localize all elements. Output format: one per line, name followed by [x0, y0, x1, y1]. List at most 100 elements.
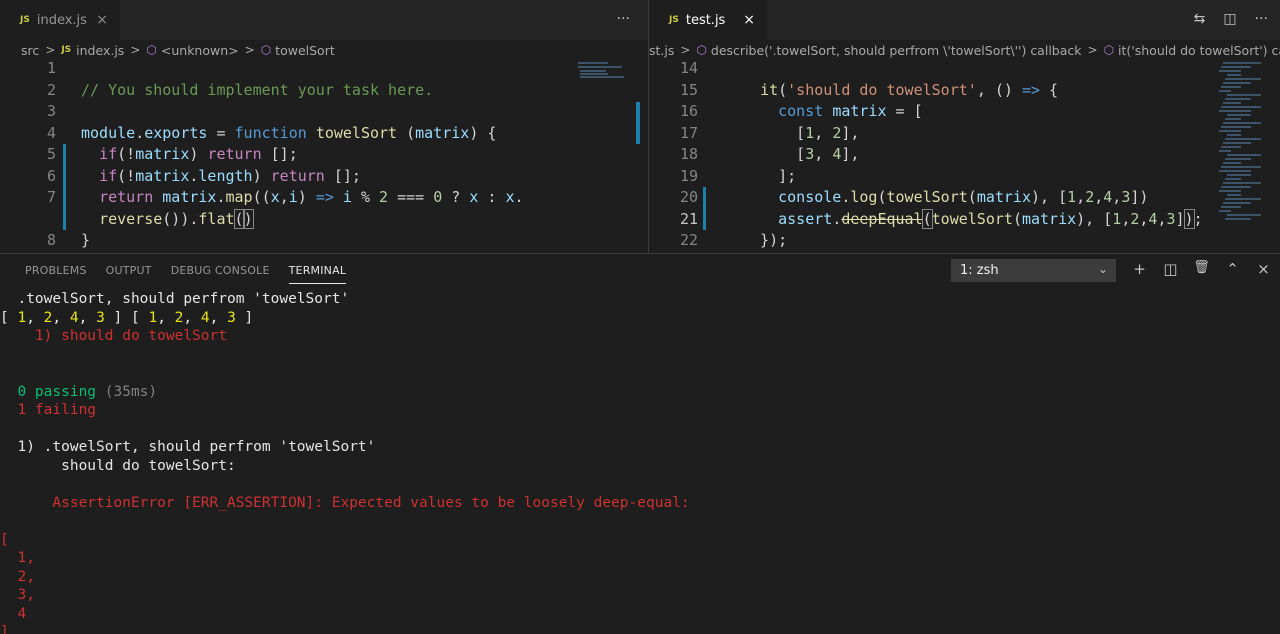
code-line[interactable]: 6 if(!matrix.length) return []; — [0, 165, 648, 187]
minimap-line — [1227, 94, 1261, 96]
code-text: module.exports = function towelSort (mat… — [81, 123, 496, 145]
line-number: 21 — [679, 209, 698, 228]
terminal-text: 1) .towelSort, should perfrom 'towelSort… — [0, 439, 376, 455]
code-line[interactable]: 19 ]; — [649, 166, 1280, 188]
minimap-line — [1223, 122, 1261, 124]
terminal-line: ] — [0, 623, 9, 634]
minimap-line — [1219, 130, 1241, 132]
code-line[interactable]: 17 [1, 2], — [649, 123, 1280, 145]
breadcrumb-it[interactable]: it('should do towelSort') callback — [1118, 43, 1280, 58]
close-icon[interactable]: × — [743, 12, 755, 28]
code-line[interactable]: reverse()).flat() — [0, 208, 648, 230]
chevron-right-icon: > — [680, 43, 691, 57]
code-line[interactable]: 2 // You should implement your task here. — [0, 80, 648, 102]
breadcrumb: st.js > ⬡ describe('.towelSort, should p… — [649, 40, 1280, 60]
new-terminal-icon[interactable]: + — [1131, 260, 1148, 278]
code-editor[interactable]: 14 15 it('should do towelSort', () => {16… — [649, 58, 1280, 253]
code-token: deepEqual — [841, 209, 923, 228]
modified-line-marker[interactable] — [63, 187, 66, 209]
split-terminal-icon[interactable]: ◫ — [1162, 260, 1179, 278]
code-line[interactable]: 21 assert.deepEqual(towelSort(matrix), [… — [649, 208, 1280, 230]
modified-line-marker[interactable] — [63, 144, 66, 166]
tab-test-js[interactable]: JS test.js × — [649, 0, 767, 40]
code-token: module — [81, 123, 136, 142]
modified-line-marker[interactable] — [703, 187, 706, 209]
code-token: ]; — [742, 166, 797, 185]
code-text: console.log(towelSort(matrix), [1,2,4,3]… — [742, 187, 1148, 209]
code-line[interactable]: 18 [3, 4], — [649, 144, 1280, 166]
code-line[interactable]: 15 it('should do towelSort', () => { — [649, 80, 1280, 102]
chevron-right-icon: > — [45, 43, 56, 57]
breadcrumb-symbol[interactable]: towelSort — [275, 43, 335, 58]
modified-line-marker[interactable] — [63, 165, 66, 187]
terminal-shell-select[interactable]: 1: zsh ⌄ — [951, 259, 1116, 282]
code-token: map — [225, 188, 253, 206]
terminal-text: , — [157, 309, 175, 326]
code-line[interactable]: 7 return matrix.map((x,i) => i % 2 === 0… — [0, 187, 648, 209]
terminal-text: AssertionError [ERR_ASSERTION]: Expected… — [0, 494, 690, 511]
scrollbar-thumb[interactable] — [636, 102, 640, 144]
minimap-line — [1221, 146, 1241, 148]
code-text: it('should do towelSort', () => { — [742, 80, 1058, 102]
code-line[interactable]: 22 }); — [649, 230, 1280, 252]
code-token: flat — [198, 209, 235, 228]
modified-line-marker[interactable] — [703, 208, 706, 230]
js-file-icon: JS — [20, 15, 30, 25]
tab-output[interactable]: OUTPUT — [106, 264, 152, 284]
breadcrumb-unknown[interactable]: <unknown> — [161, 43, 239, 58]
left-tab-bar: JS index.js × ··· — [0, 0, 648, 40]
minimap-line — [1227, 154, 1261, 156]
terminal-output[interactable]: .towelSort, should perfrom 'towelSort' [ … — [0, 290, 1280, 634]
maximize-panel-icon[interactable]: ⌃ — [1224, 260, 1241, 278]
close-icon[interactable]: × — [96, 12, 108, 28]
breadcrumb-describe[interactable]: describe('.towelSort, should perfrom \'t… — [711, 43, 1082, 58]
code-token: ], — [841, 145, 860, 163]
left-editor-group: JS index.js × ··· src > JS index.js > ⬡ … — [0, 0, 648, 253]
code-token: matrix — [135, 145, 190, 163]
code-line[interactable]: 14 — [649, 58, 1280, 80]
code-text: if(!matrix) return []; — [81, 144, 298, 166]
code-line[interactable]: 20 console.log(towelSort(matrix), [1,2,4… — [649, 187, 1280, 209]
code-token: x — [270, 188, 280, 206]
minimap-line — [1227, 74, 1241, 76]
code-line[interactable]: 5 if(!matrix) return []; — [0, 144, 648, 166]
line-number: 1 — [46, 59, 56, 77]
code-line[interactable]: 8} — [0, 230, 648, 252]
code-line[interactable]: 16 const matrix = [ — [649, 101, 1280, 123]
code-line[interactable]: 3 — [0, 101, 648, 123]
minimap[interactable] — [1217, 60, 1275, 253]
terminal-text: 1 — [17, 309, 27, 326]
line-number: 15 — [679, 80, 698, 99]
code-editor[interactable]: 1 2 // You should implement your task here… — [0, 58, 648, 253]
close-panel-icon[interactable]: × — [1255, 260, 1272, 278]
breadcrumb-src[interactable]: src — [21, 43, 39, 58]
code-token: it — [760, 80, 779, 99]
more-actions-icon[interactable]: ··· — [1255, 11, 1268, 27]
modified-line-marker[interactable] — [63, 208, 66, 230]
code-token: ? — [442, 188, 470, 206]
line-number: 4 — [46, 123, 56, 142]
breadcrumb-file[interactable]: st.js — [649, 43, 674, 58]
tab-index-js[interactable]: JS index.js × — [0, 0, 120, 40]
code-token: towelSort — [315, 123, 398, 142]
terminal-text: , — [26, 309, 44, 326]
code-token: towelSort — [886, 188, 968, 206]
trash-icon[interactable]: 🗑 — [1193, 260, 1210, 278]
code-line[interactable]: 1 — [0, 58, 648, 80]
minimap-line — [1225, 118, 1241, 120]
breadcrumb-file[interactable]: index.js — [76, 43, 124, 58]
tab-problems[interactable]: PROBLEMS — [25, 264, 87, 284]
terminal-text: 3, — [0, 587, 35, 603]
minimap[interactable] — [576, 60, 634, 253]
split-editor-icon[interactable]: ◫ — [1223, 11, 1236, 27]
tab-terminal[interactable]: TERMINAL — [288, 264, 347, 284]
line-number: 22 — [679, 231, 698, 249]
compare-changes-icon[interactable]: ⇆ — [1194, 11, 1206, 27]
code-token: = [ — [886, 102, 923, 120]
tab-debug-console[interactable]: DEBUG CONSOLE — [171, 264, 270, 284]
more-actions-icon[interactable]: ··· — [617, 11, 630, 27]
code-line[interactable]: 4 module.exports = function towelSort (ma… — [0, 123, 648, 145]
